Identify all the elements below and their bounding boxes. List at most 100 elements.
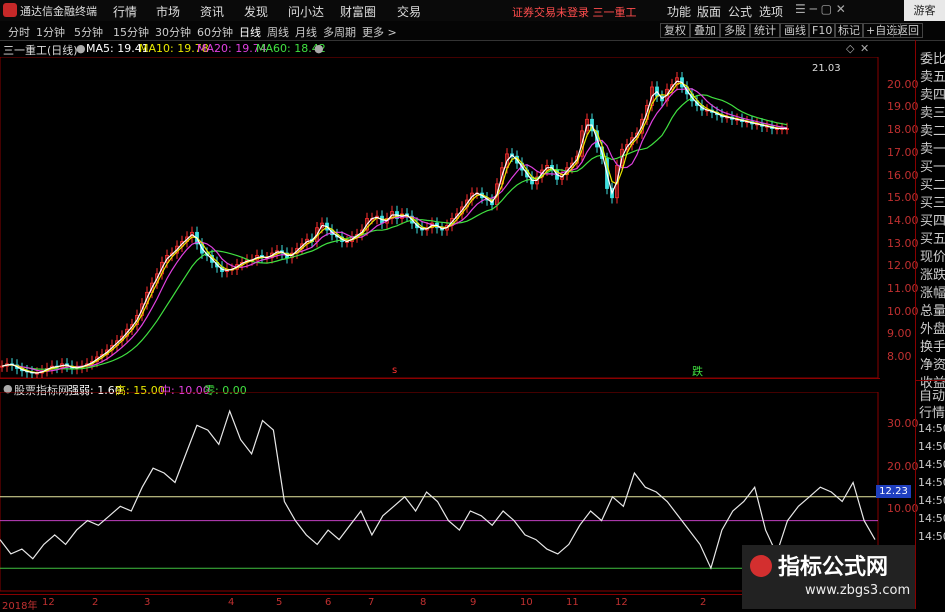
date-tick: 8 [420, 597, 427, 608]
time-entry: 14:50 [918, 422, 945, 435]
period-toolbar: 分时 1分钟 5分钟 15分钟 30分钟 60分钟 日线 周线 月线 多周期 更… [0, 21, 945, 41]
quote-label: 总量 [920, 304, 945, 319]
quote-label: 现价 [920, 250, 945, 265]
price-tick: 15.00 [887, 191, 919, 204]
tab-15min[interactable]: 15分钟 [113, 24, 149, 40]
quote-label: 换手 [920, 340, 945, 355]
menu-item-ask[interactable]: 问小达 [288, 3, 324, 20]
overlay-button[interactable]: 叠加 [690, 23, 720, 38]
menu-item-wealth[interactable]: 财富圈 [340, 3, 376, 20]
tab-daily[interactable]: 日线 [239, 24, 261, 40]
stats-button[interactable]: 统计 [750, 23, 780, 38]
time-entry: 14:50 [918, 476, 945, 489]
multi-stock-button[interactable]: 多股 [720, 23, 750, 38]
tab-60min[interactable]: 60分钟 [197, 24, 233, 40]
signal-mark-s: s [392, 365, 397, 376]
app-logo-icon [3, 3, 17, 17]
menu-item-market[interactable]: 行情 [113, 3, 137, 20]
ma60-line [1, 94, 788, 370]
date-tick: 2018年 [2, 601, 38, 612]
login-status: 证券交易未登录 三一重工 [512, 6, 637, 19]
date-tick: 3 [144, 597, 151, 608]
date-tick: 5 [276, 597, 283, 608]
price-tick: 12.00 [887, 259, 919, 272]
menu-item-markets[interactable]: 市场 [156, 3, 180, 20]
time-entry: 14:50 [918, 494, 945, 507]
diamond-icon[interactable]: ◇ [846, 42, 854, 55]
ma10-line [1, 82, 787, 374]
price-tick: 14.00 [887, 214, 919, 227]
indicator-current-badge: 12.23 [876, 485, 911, 498]
panel-divider [916, 380, 945, 381]
quote-label: 买一 [920, 160, 945, 175]
tab-monthly[interactable]: 月线 [295, 24, 317, 40]
guest-button[interactable]: 游客 [904, 0, 945, 21]
price-tick: 11.00 [887, 282, 919, 295]
f10-button[interactable]: F10 [808, 23, 837, 38]
tab-weekly[interactable]: 周线 [267, 24, 289, 40]
date-tick: 10 [520, 597, 533, 608]
menu-item-formula[interactable]: 公式 [728, 3, 752, 20]
signal-mark-drop: 跌 [692, 364, 703, 378]
price-tick: 20.00 [887, 78, 919, 91]
quote-label: 买三 [920, 196, 945, 211]
price-chart[interactable]: 21.03←7.72s跌 [0, 57, 880, 380]
draw-button[interactable]: 画线 [780, 23, 810, 38]
quote-label-2[interactable]: 行情 [919, 402, 945, 421]
price-tick: 16.00 [887, 169, 919, 182]
adjust-button[interactable]: 复权 [660, 23, 690, 38]
price-tick: 13.00 [887, 237, 919, 250]
watermark-logo: 指标公式网 www.zbgs3.com [742, 545, 915, 609]
indicator-tick: 10.00 [887, 502, 919, 515]
app-name: 通达信金融终端 [20, 5, 97, 18]
quote-label: 买五 [920, 232, 945, 247]
menu-item-function[interactable]: 功能 [667, 3, 691, 20]
ma-info-bar: 三一重工(日线) ● MA5: 19.41 MA10: 19.78 MA20: … [0, 40, 880, 57]
quote-label: 买四 [920, 214, 945, 229]
date-tick: 7 [368, 597, 375, 608]
date-tick: 12 [42, 597, 55, 608]
menu-item-options[interactable]: 选项 [759, 3, 783, 20]
info-dot-icon: ● [76, 42, 86, 55]
watermark-icon [750, 555, 772, 577]
mark-button[interactable]: 标记 [834, 23, 864, 38]
tab-30min[interactable]: 30分钟 [155, 24, 191, 40]
menu-item-discover[interactable]: 发现 [244, 3, 268, 20]
date-tick: 12 [615, 597, 628, 608]
quote-label: 委比 [920, 52, 945, 67]
tab-5min[interactable]: 5分钟 [74, 24, 103, 40]
tab-1min[interactable]: 1分钟 [36, 24, 65, 40]
tab-multi-period[interactable]: 多周期 [323, 24, 356, 40]
watermark-title: 指标公式网 [778, 555, 889, 580]
quote-label: 卖五 [920, 70, 945, 85]
menu-item-layout[interactable]: 版面 [697, 3, 721, 20]
quote-label: 净资 [920, 358, 945, 373]
menu-item-news[interactable]: 资讯 [200, 3, 224, 20]
tab-more[interactable]: 更多 > [362, 24, 397, 40]
price-tick: 17.00 [887, 146, 919, 159]
stock-title: 三一重工(日线) [3, 44, 78, 57]
menu-item-trade[interactable]: 交易 [397, 3, 421, 20]
quote-label: 涨跌 [920, 268, 945, 283]
quote-label: 卖四 [920, 88, 945, 103]
close-chart-icon[interactable]: ✕ [860, 42, 869, 55]
quote-label: 卖一 [920, 142, 945, 157]
tab-timeshare[interactable]: 分时 [8, 24, 30, 40]
date-tick: 2 [92, 597, 99, 608]
quote-label: 卖二 [920, 124, 945, 139]
settings-dot-icon[interactable]: ● [314, 42, 324, 55]
pane-divider [0, 378, 880, 379]
window-controls-icon[interactable]: ☰ ─ ▢ ✕ [795, 2, 846, 16]
date-tick: 6 [325, 597, 332, 608]
price-tick: 8.00 [887, 350, 912, 363]
quote-label: 买二 [920, 178, 945, 193]
date-tick: 2 [700, 597, 707, 608]
time-entry: 14:50 [918, 530, 945, 543]
price-tick: 19.00 [887, 100, 919, 113]
back-button[interactable]: 返回 [893, 23, 923, 38]
quote-label: 涨幅 [920, 286, 945, 301]
indicator-tick: 20.00 [887, 460, 919, 473]
date-tick: 11 [566, 597, 579, 608]
date-tick: 4 [228, 597, 235, 608]
indicator-tick: 30.00 [887, 417, 919, 430]
